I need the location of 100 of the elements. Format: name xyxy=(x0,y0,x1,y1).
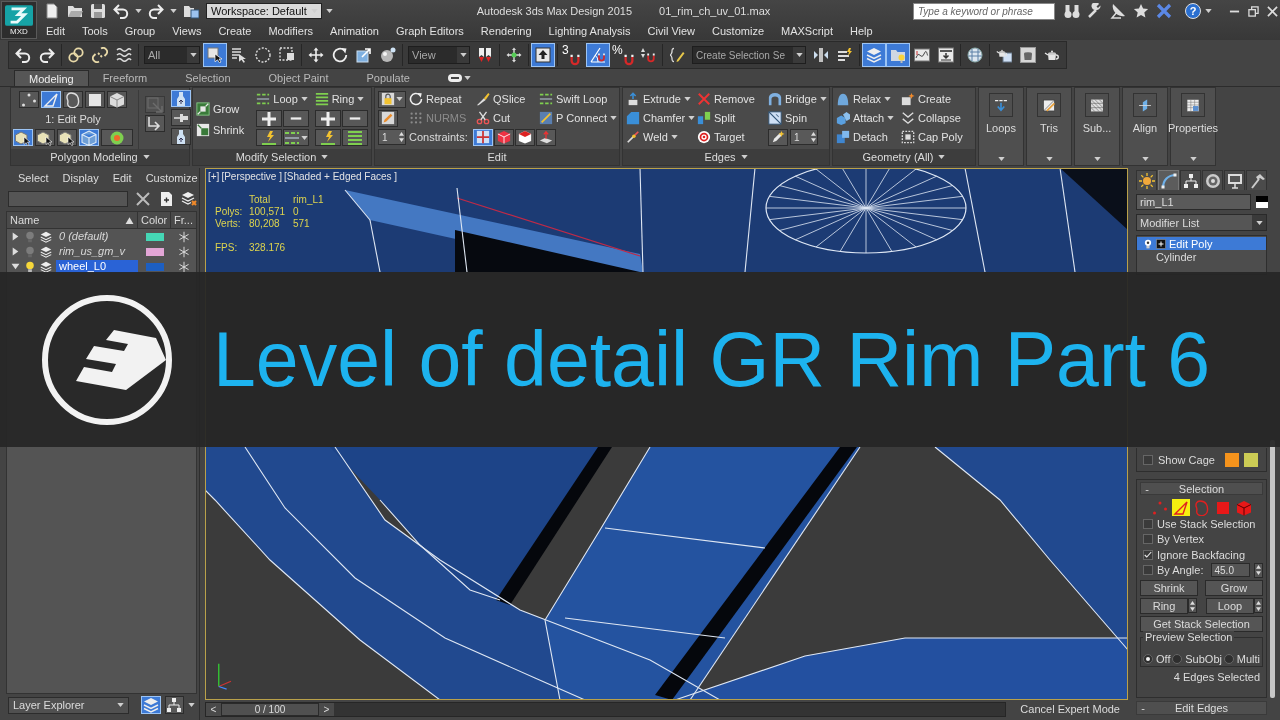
loop-shrink-button[interactable] xyxy=(283,110,310,127)
grow-button[interactable]: Grow xyxy=(196,100,252,118)
tool-button[interactable] xyxy=(101,129,133,146)
cancel-expert-mode-button[interactable]: Cancel Expert Mode xyxy=(1012,701,1128,717)
viewport-menu-label[interactable]: [+] xyxy=(208,171,220,182)
previous-frame-button[interactable]: < xyxy=(206,702,221,716)
edit-tool-button[interactable] xyxy=(378,109,398,127)
command-button[interactable]: Cap Poly xyxy=(901,128,973,146)
loop-button[interactable]: Loop xyxy=(1206,598,1254,614)
weld-threshold-button[interactable] xyxy=(768,128,788,146)
spinner-field[interactable]: 1 xyxy=(790,129,818,145)
explorer-menu-item[interactable]: Customize xyxy=(145,172,198,184)
command-button[interactable]: Weld xyxy=(626,128,694,146)
toolbar-button[interactable] xyxy=(531,43,555,67)
checkbox[interactable] xyxy=(1143,549,1153,560)
search-field[interactable] xyxy=(8,191,128,207)
repeat-options-button[interactable] xyxy=(378,90,406,108)
spinner-arrows-button[interactable] xyxy=(1254,562,1263,578)
explorer-mode-dropdown[interactable]: Layer Explorer xyxy=(8,696,130,714)
checkbox[interactable] xyxy=(1143,454,1153,465)
spinner-field[interactable]: 1 xyxy=(378,129,406,145)
ribbon-large-button[interactable]: Loops xyxy=(978,87,1024,166)
command-button[interactable]: Cut xyxy=(476,109,536,127)
menu-item[interactable]: Create xyxy=(218,25,252,37)
tool-button[interactable] xyxy=(35,129,55,146)
panel-title-button[interactable]: Polygon Modeling xyxy=(11,149,189,165)
constraint-button[interactable] xyxy=(535,128,556,146)
command-button[interactable]: P Connect xyxy=(539,109,617,127)
ribbon-large-button[interactable]: Sub... xyxy=(1074,87,1120,166)
subobject-button[interactable] xyxy=(85,91,105,108)
command-button[interactable]: Swift Loop xyxy=(539,90,617,108)
snowflake-icon[interactable] xyxy=(177,245,190,258)
rollout-header-button[interactable]: - Edit Edges xyxy=(1136,701,1267,715)
toolbar-button[interactable]: 3 xyxy=(560,43,586,67)
expand-arrow-icon[interactable] xyxy=(11,232,20,241)
subobject-button[interactable] xyxy=(63,91,83,108)
loop-button[interactable]: Loop xyxy=(256,90,310,108)
ring-shrink-button[interactable] xyxy=(341,110,368,127)
checkbox[interactable] xyxy=(1143,565,1153,576)
menu-item[interactable]: Tools xyxy=(81,25,108,37)
toolbar-button[interactable]: % xyxy=(610,43,636,67)
command-button[interactable]: Spin xyxy=(768,109,828,127)
color-swatch-icon[interactable] xyxy=(1225,452,1239,467)
ring-button[interactable]: Ring xyxy=(1140,598,1188,614)
snowflake-icon[interactable] xyxy=(177,260,190,273)
toolbar-dropdown[interactable]: Create Selection Se xyxy=(692,46,806,64)
command-button[interactable]: Create xyxy=(901,90,973,108)
search-button[interactable] xyxy=(1062,2,1082,20)
ring-grow-button[interactable] xyxy=(314,110,341,127)
command-button[interactable]: Attach xyxy=(836,109,898,127)
workspace-dropdown[interactable]: Workspace: Default xyxy=(206,3,322,19)
help-button[interactable]: ? xyxy=(1185,3,1201,19)
tool-button[interactable] xyxy=(171,109,191,126)
command-button[interactable]: Remove xyxy=(697,90,765,108)
subobject-button[interactable] xyxy=(1171,499,1190,516)
tool-button[interactable] xyxy=(57,129,77,146)
radio-button[interactable] xyxy=(1143,654,1153,664)
ring-select-button[interactable] xyxy=(314,129,341,146)
redo-button[interactable] xyxy=(146,2,166,20)
ribbon-tab[interactable]: Modeling xyxy=(14,70,89,86)
explorer-view-button[interactable] xyxy=(164,696,184,714)
command-button[interactable]: Extrude xyxy=(626,90,694,108)
column-header[interactable]: Name xyxy=(7,212,138,228)
command-button[interactable]: Bridge xyxy=(768,90,828,108)
layer-name[interactable]: rim_us_gm_v xyxy=(56,245,138,258)
next-frame-button[interactable]: > xyxy=(319,702,334,716)
menu-item[interactable]: Rendering xyxy=(480,25,532,37)
explorer-menu-item[interactable]: Display xyxy=(62,172,99,184)
snowflake-icon[interactable] xyxy=(177,230,190,243)
command-panel-tab[interactable] xyxy=(1246,170,1267,190)
application-button[interactable]: MXD xyxy=(1,1,37,39)
save-button[interactable] xyxy=(88,2,108,20)
menu-item[interactable]: Graph Editors xyxy=(395,25,464,37)
ribbon-large-button[interactable]: Properties xyxy=(1170,87,1216,166)
toolbar-dropdown[interactable]: View xyxy=(408,46,470,64)
angle-spinner-field[interactable]: 45.0 xyxy=(1211,563,1250,578)
object-color-swatch-icon[interactable] xyxy=(1256,195,1268,209)
expand-arrow-icon[interactable] xyxy=(11,247,20,256)
command-button[interactable]: Chamfer xyxy=(626,109,694,127)
command-panel-tab[interactable] xyxy=(1224,170,1245,190)
remove-layer-button[interactable] xyxy=(181,191,197,207)
loop-select-button[interactable] xyxy=(256,129,283,146)
command-panel-tab[interactable] xyxy=(1136,170,1157,190)
radio-button[interactable] xyxy=(1172,654,1183,664)
ribbon-large-button[interactable]: Align xyxy=(1122,87,1168,166)
menu-item[interactable]: Group xyxy=(124,25,156,37)
panel-title-button[interactable]: Modify Selection xyxy=(193,149,371,165)
command-button[interactable]: QSlice xyxy=(476,90,536,108)
command-button[interactable]: Detach xyxy=(836,128,898,146)
ribbon-tab[interactable]: Object Paint xyxy=(254,70,343,86)
panel-title-button[interactable]: Edges xyxy=(623,149,829,165)
search-field[interactable]: Type a keyword or phrase xyxy=(913,2,1055,20)
modifier-stack-item[interactable]: Cylinder xyxy=(1137,250,1266,263)
panel-title-button[interactable]: Geometry (All) xyxy=(833,149,975,165)
viewport-menu-label[interactable]: [Shaded + Edged Faces ] xyxy=(284,171,398,182)
command-panel-tab[interactable] xyxy=(1202,170,1223,190)
time-slider-thumb[interactable]: 0 / 100 xyxy=(221,702,319,716)
subobject-button[interactable] xyxy=(107,91,127,108)
get-stack-selection-button[interactable]: Get Stack Selection xyxy=(1140,616,1263,632)
constraint-button[interactable] xyxy=(514,128,535,146)
